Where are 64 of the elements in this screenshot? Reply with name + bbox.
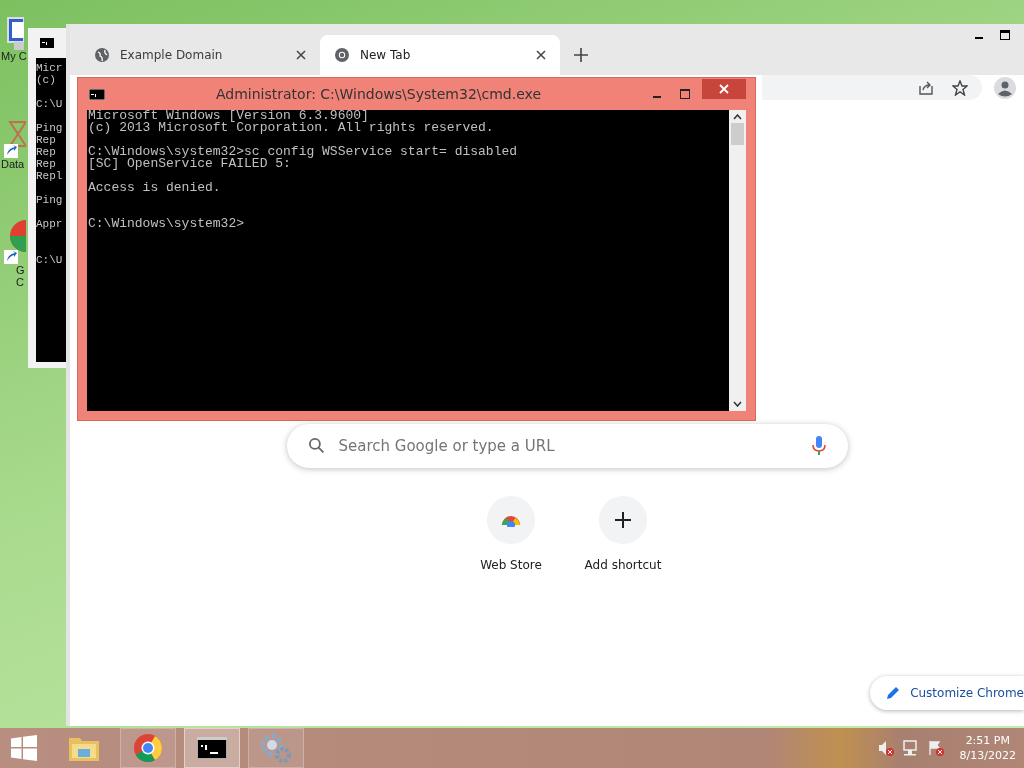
chrome-icon[interactable] xyxy=(4,220,26,264)
close-icon[interactable] xyxy=(536,50,546,60)
scrollbar[interactable] xyxy=(729,110,746,411)
chrome-icon xyxy=(133,733,163,763)
console-line: (c) xyxy=(36,74,57,86)
globe-icon xyxy=(94,47,110,63)
console-line: Microsoft Windows [Version 6.3.9600] xyxy=(88,110,370,122)
flag-icon[interactable] xyxy=(927,740,944,756)
console-line: C:\Windows\system32> xyxy=(88,218,246,230)
console-line: Rep xyxy=(36,158,57,170)
console-line: Repl xyxy=(36,170,64,182)
browser-tab[interactable]: Example Domain xyxy=(80,35,320,75)
search-icon xyxy=(308,438,324,453)
desktop-icon-label[interactable]: My C xyxy=(0,50,27,62)
browser-tab[interactable]: New Tab xyxy=(320,35,560,75)
close-button[interactable] xyxy=(702,79,746,99)
maximize-icon[interactable] xyxy=(680,89,690,99)
speaker-muted-icon[interactable] xyxy=(877,740,894,756)
console-icon xyxy=(40,38,54,48)
shortcut-tile[interactable] xyxy=(599,496,647,544)
desktop-icon-label[interactable]: C xyxy=(0,276,24,288)
window-title: Administrator: C:\Windows\System32\cmd.exe xyxy=(215,86,542,102)
desktop-icon-label[interactable]: Data xyxy=(0,158,25,170)
search-field[interactable]: Search Google or type a URL xyxy=(286,424,848,468)
new-tab-icon[interactable] xyxy=(574,48,588,62)
plus-icon xyxy=(615,512,631,528)
scroll-down-icon[interactable] xyxy=(733,401,742,407)
console-line: Ping xyxy=(36,122,64,134)
console-line: C:\U xyxy=(36,98,64,110)
pencil-icon xyxy=(886,686,901,700)
console-line: [SC] OpenService FAILED 5: xyxy=(88,158,291,170)
console-line: (c) 2013 Microsoft Corporation. All rights reserved. xyxy=(88,122,495,134)
console-icon xyxy=(89,88,105,100)
shortcut-label[interactable]: Add shortcut xyxy=(584,558,662,572)
taskbar-button[interactable] xyxy=(184,728,240,768)
profile-icon[interactable] xyxy=(994,76,1016,99)
share-icon[interactable] xyxy=(918,79,934,96)
scroll-thumb[interactable] xyxy=(731,123,744,145)
customize-button[interactable]: Customize Chrome xyxy=(870,676,1024,710)
web-store-icon xyxy=(501,513,521,527)
windows-logo-icon xyxy=(11,735,37,761)
console-line: C:\Windows\system32>sc config WSService start= disabled xyxy=(88,146,519,158)
scroll-up-icon[interactable] xyxy=(733,114,742,120)
shortcut-label[interactable]: Web Store xyxy=(480,558,542,572)
chrome-icon xyxy=(334,47,350,63)
console-line: Micr xyxy=(36,62,64,74)
console-line: Appr xyxy=(36,218,64,230)
console-icon xyxy=(197,737,227,759)
console-line: Access is denied. xyxy=(88,182,222,194)
address-bar[interactable] xyxy=(762,75,982,100)
gears-icon xyxy=(260,733,292,763)
desktop-icon-label[interactable]: G xyxy=(0,264,25,276)
console-line: Rep xyxy=(36,134,57,146)
shortcut-icon[interactable] xyxy=(4,118,26,158)
star-icon[interactable] xyxy=(952,79,968,96)
maximize-icon[interactable] xyxy=(1000,30,1010,40)
console-line: C:\U xyxy=(36,254,64,266)
network-icon[interactable] xyxy=(901,740,920,756)
console-line: Ping xyxy=(36,194,64,206)
shortcut-tile[interactable] xyxy=(487,496,535,544)
console-line: Rep xyxy=(36,146,57,158)
close-icon[interactable] xyxy=(296,50,306,60)
close-icon xyxy=(719,84,729,94)
microphone-icon[interactable] xyxy=(811,436,826,456)
